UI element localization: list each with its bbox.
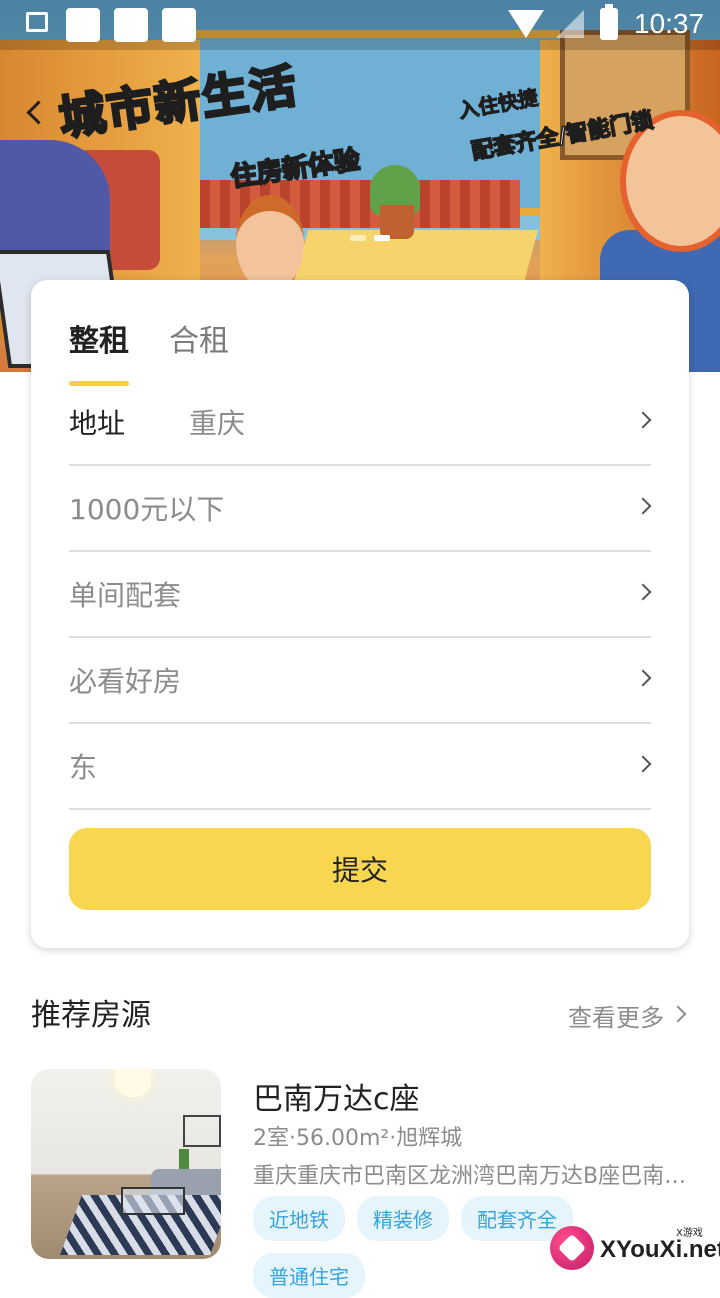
address-value: 重庆 [189,407,246,440]
status-time: 10:37 [634,8,705,39]
orientation-selector[interactable]: 东 [69,722,652,810]
ceiling-lamp [115,1069,151,1097]
notification-icon [162,8,196,42]
price-value: 1000元以下 [69,493,225,526]
listing-address: 重庆重庆市巴南区龙洲湾巴南万达B座巴南万达 [253,1164,693,1189]
banner-plant-pot [380,205,414,239]
price-selector[interactable]: 1000元以下 [69,464,652,552]
tab-shared-rent[interactable]: 合租 [169,316,229,386]
watermark: XYouXi.net X游戏 [548,1222,720,1280]
facility-value: 单间配套 [69,579,182,612]
watermark-text: XYouXi.net [600,1236,720,1263]
coffee-table [121,1187,185,1215]
search-card: 整租 合租 地址 重庆 1000元以下 单间配套 必看好房 东 提交 [31,280,689,948]
banner-person-center [236,195,304,291]
wifi-icon [508,10,544,38]
chevron-right-icon [634,411,652,429]
signal-icon [556,10,584,38]
banner-dot[interactable] [350,235,366,241]
banner-dot-active[interactable] [374,235,390,241]
banner-page-indicator [350,235,390,241]
gamepad-logo-icon [550,1226,594,1270]
address-selector[interactable]: 地址 重庆 [69,378,652,466]
chevron-right-icon[interactable] [669,1005,687,1023]
notification-icon [66,8,100,42]
listing-tag: 近地铁 [253,1196,345,1241]
feature-selector[interactable]: 必看好房 [69,636,652,724]
rent-type-tabs: 整租 合租 [69,316,229,386]
gallery-notification-icon [26,12,48,32]
listing-meta: 2室·56.00m²·旭辉城 [253,1126,463,1151]
address-label: 地址 [69,407,126,440]
listing-tag: 普通住宅 [253,1253,365,1298]
submit-button[interactable]: 提交 [69,828,651,910]
listing-tag: 精装修 [357,1196,449,1241]
watermark-sub: X游戏 [676,1228,703,1239]
view-more-link[interactable]: 查看更多 [568,998,664,1033]
status-bar: 10:37 [0,0,720,50]
facility-selector[interactable]: 单间配套 [69,550,652,638]
tab-whole-rent[interactable]: 整租 [69,316,129,386]
chevron-right-icon [634,669,652,687]
battery-charging-icon [600,4,618,40]
orientation-value: 东 [69,751,98,784]
wall-frames [183,1115,221,1147]
listing-title: 巴南万达c座 [253,1082,420,1117]
chevron-right-icon [634,755,652,773]
section-title: 推荐房源 [31,998,151,1033]
chevron-right-icon [634,497,652,515]
chevron-right-icon [634,583,652,601]
notification-icon [114,8,148,42]
listing-photo[interactable] [31,1069,221,1259]
feature-value: 必看好房 [69,665,182,698]
